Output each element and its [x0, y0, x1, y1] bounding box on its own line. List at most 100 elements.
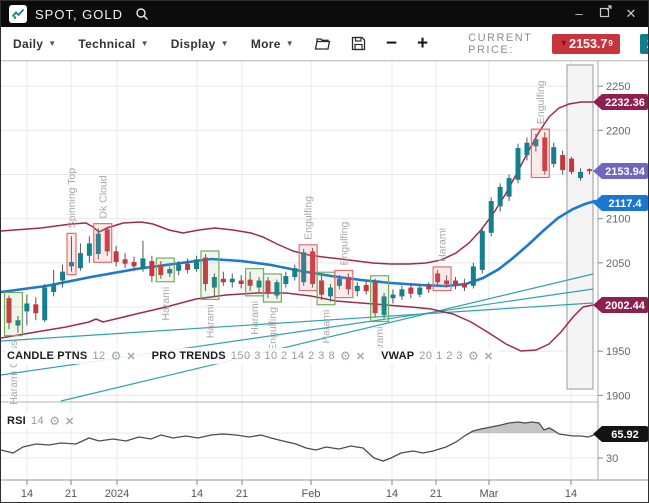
candle-body — [569, 159, 574, 172]
candle-body — [364, 285, 369, 291]
pattern-label: Harami — [204, 304, 216, 338]
candle-body — [390, 295, 395, 299]
pattern-box-harami — [371, 276, 389, 322]
pattern-label: Dk Cloud — [97, 175, 109, 218]
time-tick-label: 2024 — [105, 488, 129, 500]
candle-body — [498, 187, 503, 206]
pattern-label: Harami — [249, 301, 261, 335]
candle-body — [453, 281, 458, 286]
gear-icon[interactable]: ⚙ — [340, 349, 351, 363]
candle-body — [185, 264, 190, 270]
pattern-box-harami — [156, 258, 174, 282]
pattern-box-engulfing — [263, 274, 281, 302]
gear-icon[interactable]: ⚙ — [49, 414, 60, 428]
indicator-candle-ptns: CANDLE PTNS12⚙✕ — [7, 349, 136, 363]
candle-body — [123, 259, 128, 263]
price-badge-value: 65.92 — [611, 429, 639, 441]
pattern-box-harami — [317, 272, 335, 304]
candle-body — [480, 231, 485, 270]
candle-body — [42, 288, 47, 321]
price-badge-value: 2153.94 — [605, 166, 646, 178]
price-tick-label: 2250 — [606, 81, 630, 93]
pattern-box-harami — [433, 267, 451, 291]
time-tick-label: Feb — [302, 488, 321, 500]
candle-body — [399, 289, 404, 296]
candle-body — [471, 266, 476, 285]
rsi-overbought-shade — [468, 422, 557, 433]
candle-body — [292, 268, 297, 277]
pattern-box-engulfing — [299, 245, 317, 291]
candle-body — [587, 169, 592, 171]
chart-canvas[interactable]: Harami CrossSpinning TopDk CloudHaramiHa… — [1, 1, 649, 503]
pattern-box-harami — [201, 251, 219, 299]
projection-zone[interactable] — [567, 65, 593, 389]
time-tick-label: 21 — [65, 488, 77, 500]
candle-body — [578, 172, 583, 178]
price-badge-value: 2117.4 — [608, 198, 642, 210]
chart-app-window: SPOT, GOLD – ✕ Daily▼Technical▼Display▼M… — [0, 0, 649, 503]
candle-body — [524, 143, 529, 155]
pattern-box-harami-cross — [5, 293, 23, 336]
pattern-box-dk-cloud — [94, 224, 112, 263]
pattern-box-engulfing — [335, 270, 353, 297]
candle-body — [230, 279, 235, 283]
time-tick-label: 14 — [386, 488, 398, 500]
candle-body — [60, 272, 65, 281]
pattern-label: Engulfing — [303, 196, 315, 240]
candle-body — [194, 259, 199, 269]
time-tick-label: 14 — [21, 488, 33, 500]
close-icon[interactable]: ✕ — [65, 415, 74, 428]
candle-body — [462, 284, 467, 288]
candle-body — [132, 262, 137, 266]
indicator-rsi: RSI14⚙✕ — [7, 414, 74, 428]
candle-body — [176, 265, 181, 271]
pattern-label: Harami — [437, 228, 449, 262]
candle-body — [489, 201, 494, 233]
candle-body — [24, 303, 29, 311]
gear-icon[interactable]: ⚙ — [111, 349, 122, 363]
rsi-tick-label: 30 — [606, 453, 618, 465]
pattern-box-engulfing — [531, 129, 549, 177]
candle-body — [140, 258, 145, 269]
close-icon[interactable]: ✕ — [126, 350, 135, 363]
candle-body — [51, 284, 56, 292]
candle-body — [408, 288, 413, 294]
pattern-label: Engulfing — [535, 80, 547, 124]
close-icon[interactable]: ✕ — [356, 350, 365, 363]
time-tick-label: 21 — [430, 488, 442, 500]
candle-body — [239, 281, 244, 285]
price-tick-label: 2050 — [606, 258, 630, 270]
candle-body — [78, 253, 83, 268]
candle-body — [426, 286, 431, 290]
candle-body — [283, 276, 288, 284]
main-indicator-row: CANDLE PTNS12⚙✕PRO TRENDS150 3 10 2 14 2… — [5, 348, 499, 364]
time-tick-label: 14 — [191, 488, 203, 500]
candle-body — [33, 304, 38, 313]
candle-body — [516, 148, 521, 180]
candle-body — [551, 147, 556, 164]
candle-body — [355, 286, 360, 291]
candle-body — [507, 178, 512, 197]
pattern-box-harami — [246, 269, 264, 296]
pattern-label: Harami — [321, 310, 333, 344]
pattern-label: Engulfing — [338, 221, 350, 265]
time-tick-label: 14 — [565, 488, 577, 500]
indicator-vwap: VWAP20 1 2 3⚙✕ — [381, 349, 493, 363]
close-icon[interactable]: ✕ — [484, 350, 493, 363]
candle-body — [87, 243, 92, 255]
pattern-label: Harami — [160, 287, 172, 321]
price-badge-value: 2002.44 — [605, 300, 646, 312]
price-tick-label: 1900 — [606, 390, 630, 402]
time-tick-label: Mar — [480, 488, 499, 500]
pattern-label: Spinning Top — [66, 168, 78, 229]
candle-body — [417, 288, 422, 295]
gear-icon[interactable]: ⚙ — [468, 349, 479, 363]
price-tick-label: 1950 — [606, 346, 630, 358]
pattern-box-spinning-top — [67, 233, 76, 274]
rsi-indicator-row: RSI14⚙✕ — [5, 413, 80, 429]
candle-body — [149, 261, 154, 276]
price-tick-label: 2200 — [606, 125, 630, 137]
candle-body — [221, 279, 226, 283]
candle-body — [114, 251, 119, 262]
indicator-pro-trends: PRO TRENDS150 3 10 2 14 2 3 8⚙✕ — [152, 349, 365, 363]
